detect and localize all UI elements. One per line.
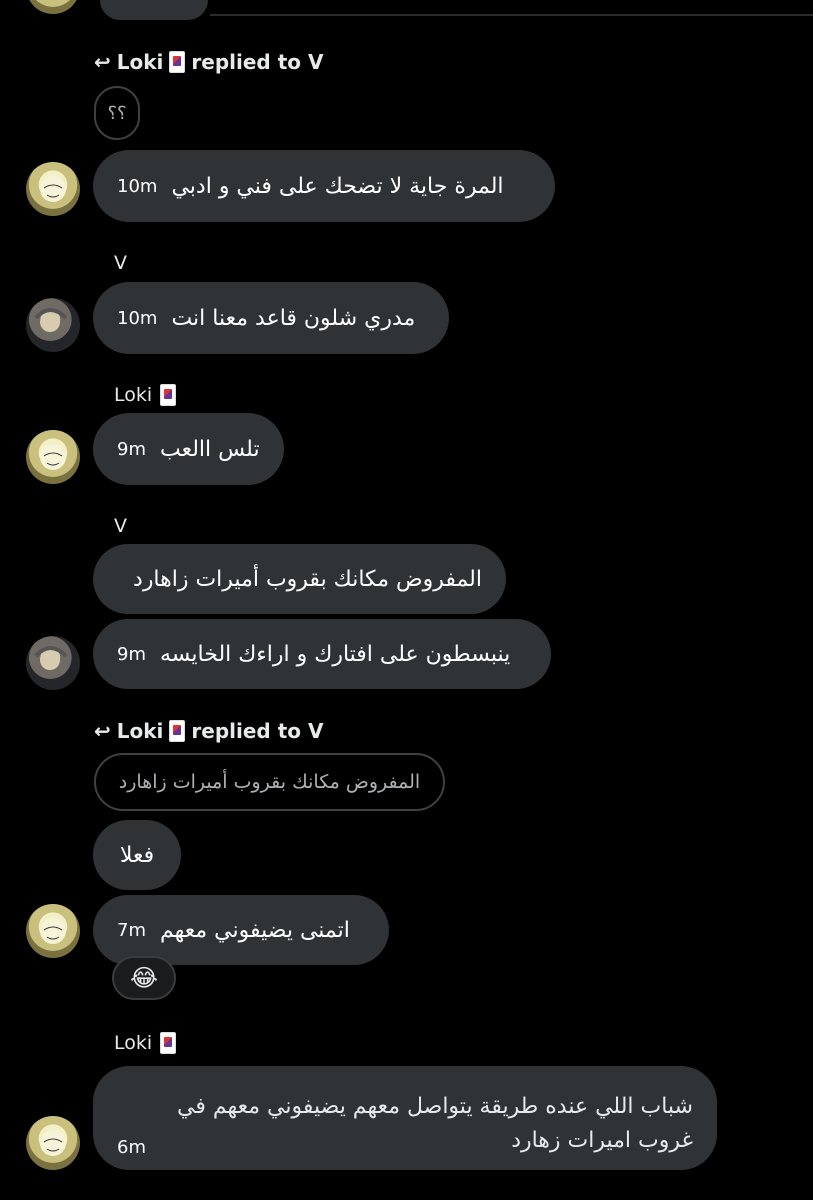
message-text-line: شباب اللي عنده طريقة يتواصل معهم يضيفوني… — [177, 1094, 693, 1119]
joker-card-icon — [169, 51, 186, 73]
quoted-text: ؟؟ — [107, 102, 127, 124]
joker-card-icon — [160, 384, 177, 406]
message-bubble[interactable]: 6m شباب اللي عنده طريقة يتواصل معهم يضيف… — [93, 1066, 717, 1170]
quoted-text: المفروض مكانك بقروب أميرات زاهارد — [118, 771, 421, 793]
previous-bubble-edge — [100, 0, 208, 20]
sender-name: Loki — [114, 384, 153, 406]
laughing-emoji-icon: 😂 — [129, 964, 159, 992]
message-text: مدري شلون قاعد معنا انت — [171, 305, 416, 331]
message-bubble[interactable]: فعلا — [93, 820, 181, 890]
sender-name: Loki — [114, 1032, 153, 1054]
message-bubble[interactable]: 7m اتمنى يضيفوني معهم — [93, 895, 389, 965]
sender-name: Loki — [116, 719, 164, 743]
message-bubble[interactable]: 10m المرة جاية لا تضحك على فني و ادبي — [93, 150, 555, 222]
sender-name: V — [114, 252, 127, 274]
reply-arrow-icon: ↩ — [94, 719, 111, 743]
message-bubble[interactable]: المفروض مكانك بقروب أميرات زاهارد — [93, 544, 506, 614]
message-time: 6m — [117, 1137, 146, 1158]
quoted-message[interactable]: ؟؟ — [94, 86, 140, 140]
divider — [210, 14, 813, 16]
replied-to-label: replied to V — [191, 719, 324, 743]
message-time: 7m — [117, 919, 146, 941]
message-bubble[interactable]: 9m تلس االعب — [93, 413, 284, 485]
reply-arrow-icon: ↩ — [94, 50, 111, 74]
message-text: فعلا — [119, 842, 155, 868]
message-time: 10m — [117, 307, 158, 329]
message-text: اتمنى يضيفوني معهم — [160, 917, 350, 943]
message-time: 10m — [117, 175, 158, 197]
message-bubble[interactable]: 9m ينبسطون على افتارك و اراءك الخايسه — [93, 619, 551, 689]
avatar[interactable] — [26, 636, 80, 690]
sender-label: V — [114, 515, 127, 537]
avatar[interactable] — [26, 430, 80, 484]
reaction-badge[interactable]: 😂 — [112, 956, 176, 1000]
avatar[interactable] — [26, 904, 80, 958]
message-time: 9m — [117, 643, 146, 665]
sender-name: V — [114, 515, 127, 537]
avatar[interactable] — [26, 162, 80, 216]
quoted-message[interactable]: المفروض مكانك بقروب أميرات زاهارد — [94, 753, 445, 811]
avatar[interactable] — [26, 0, 80, 14]
reply-header: ↩ Loki replied to V — [94, 50, 323, 74]
sender-name: Loki — [116, 50, 164, 74]
avatar[interactable] — [26, 298, 80, 352]
reply-header: ↩ Loki replied to V — [94, 719, 323, 743]
message-text: المفروض مكانك بقروب أميرات زاهارد — [133, 566, 482, 592]
message-text: ينبسطون على افتارك و اراءك الخايسه — [160, 641, 511, 667]
sender-label: Loki — [114, 1032, 177, 1054]
joker-card-icon — [160, 1032, 177, 1054]
message-text-line: غروب اميرات زهارد — [511, 1128, 693, 1153]
joker-card-icon — [169, 720, 186, 742]
replied-to-label: replied to V — [191, 50, 324, 74]
message-time: 9m — [117, 438, 146, 460]
avatar[interactable] — [26, 1116, 80, 1170]
message-text: المرة جاية لا تضحك على فني و ادبي — [171, 173, 504, 199]
message-bubble[interactable]: 10m مدري شلون قاعد معنا انت — [93, 282, 449, 354]
sender-label: V — [114, 252, 127, 274]
sender-label: Loki — [114, 384, 177, 406]
message-text: تلس االعب — [160, 436, 260, 462]
